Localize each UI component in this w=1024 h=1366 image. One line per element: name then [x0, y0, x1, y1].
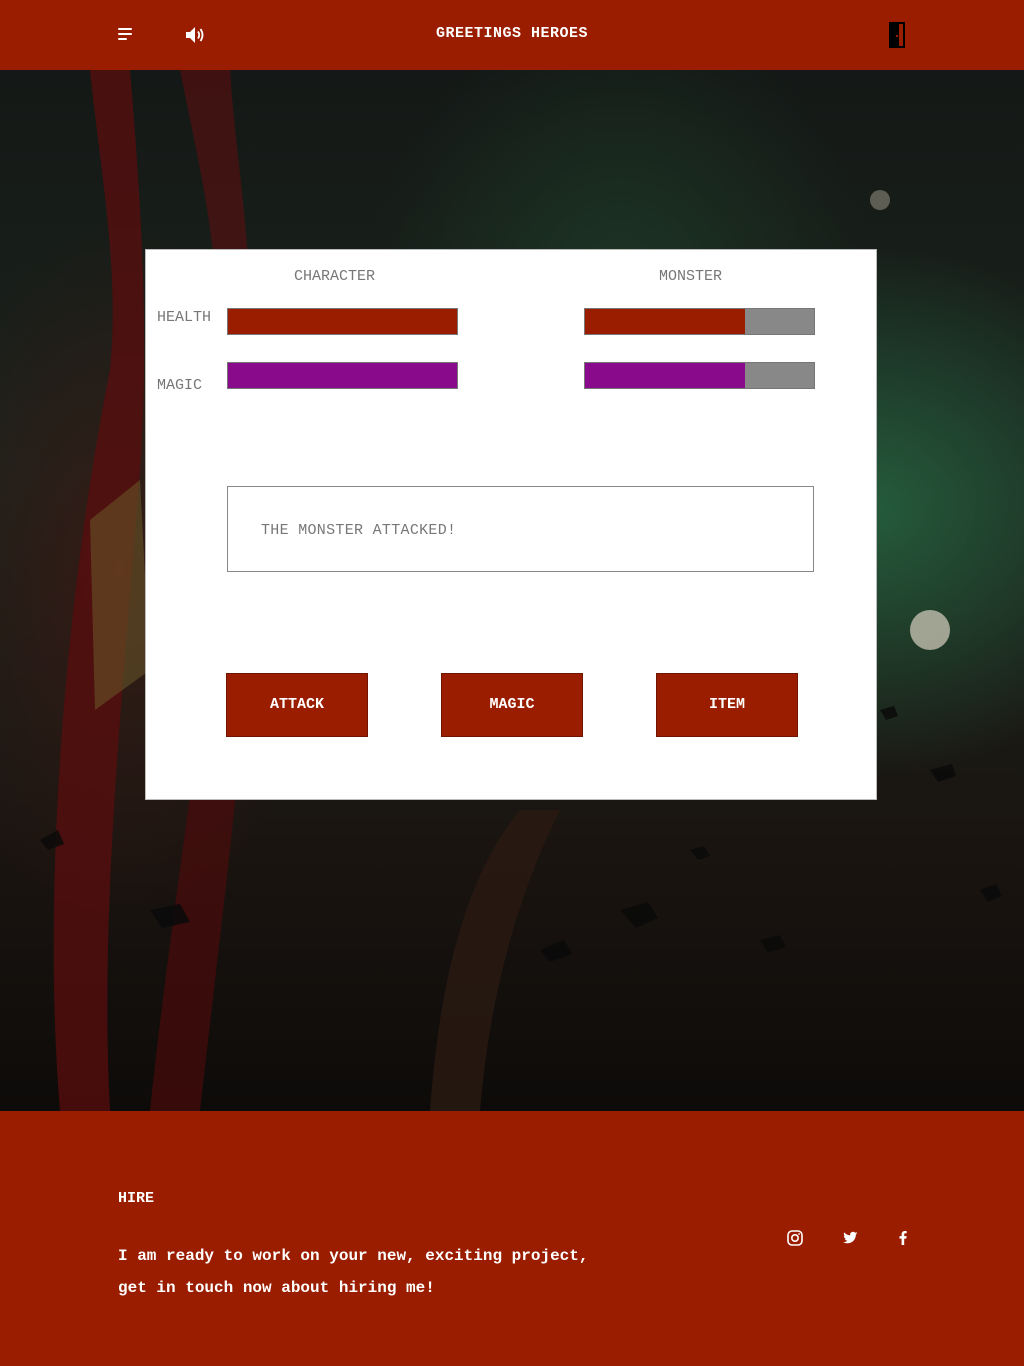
twitter-icon[interactable]: [841, 1229, 859, 1247]
battle-message-box: THE MONSTER ATTACKED!: [227, 486, 814, 572]
battle-message: THE MONSTER ATTACKED!: [261, 522, 457, 539]
footer: HIRE I am ready to work on your new, exc…: [0, 1111, 1024, 1366]
top-bar: GREETINGS HEROES: [0, 0, 1024, 70]
attack-button[interactable]: ATTACK: [226, 673, 368, 737]
battle-panel: CHARACTER MONSTER HEALTH MAGIC THE MONST…: [145, 249, 877, 800]
footer-text-line-1: I am ready to work on your new, exciting…: [118, 1247, 589, 1265]
footer-text-line-2: get in touch now about hiring me!: [118, 1279, 435, 1297]
magic-button[interactable]: MAGIC: [441, 673, 583, 737]
character-heading: CHARACTER: [294, 268, 376, 285]
health-label: HEALTH: [157, 309, 212, 326]
character-magic-bar: [227, 362, 458, 389]
monster-magic-bar: [584, 362, 815, 389]
character-magic-fill: [228, 363, 457, 388]
character-health-bar: [227, 308, 458, 335]
character-health-fill: [228, 309, 457, 334]
monster-health-bar: [584, 308, 815, 335]
facebook-icon[interactable]: [894, 1229, 912, 1247]
door-exit-icon[interactable]: [886, 21, 908, 49]
page-title: GREETINGS HEROES: [435, 25, 589, 42]
item-button[interactable]: ITEM: [656, 673, 798, 737]
monster-health-fill: [585, 309, 746, 334]
instagram-icon[interactable]: [786, 1229, 804, 1247]
monster-magic-fill: [585, 363, 746, 388]
footer-heading: HIRE: [118, 1190, 155, 1207]
monster-heading: MONSTER: [659, 268, 723, 285]
magic-label: MAGIC: [157, 377, 203, 394]
